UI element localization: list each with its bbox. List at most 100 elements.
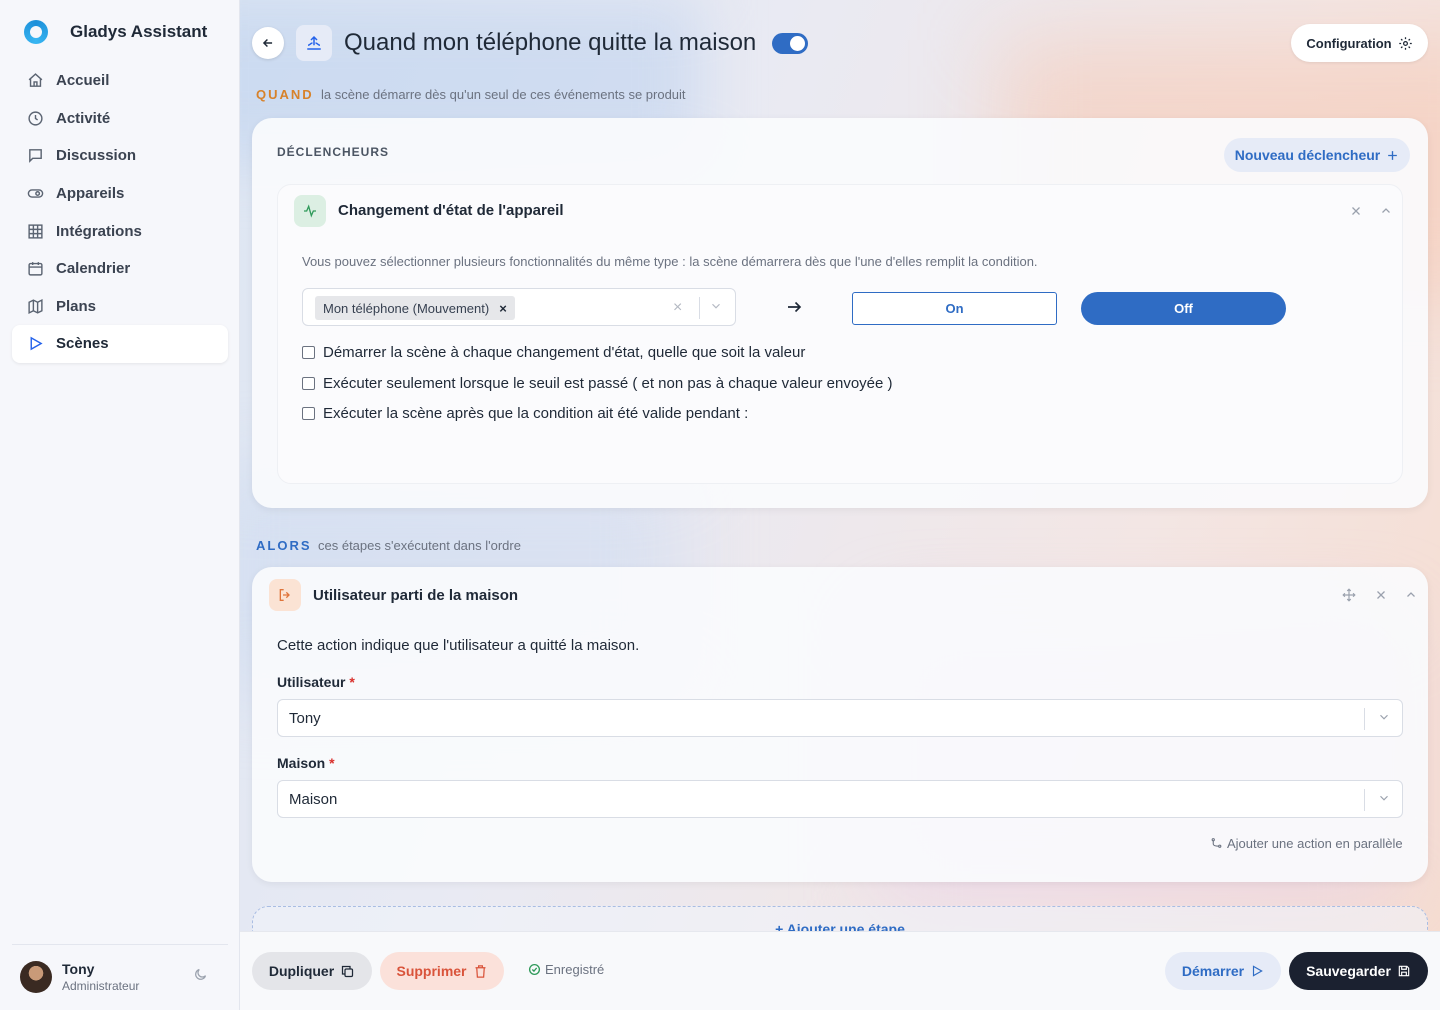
- feature-chip-label: Mon téléphone (Mouvement): [323, 300, 490, 316]
- sidebar-item-label: Discussion: [56, 147, 137, 165]
- sidebar-item-label: Calendrier: [56, 260, 131, 278]
- field-label-text: Utilisateur: [277, 674, 346, 690]
- sidebar-item-activite[interactable]: Activité: [12, 100, 228, 138]
- checkbox[interactable]: [302, 407, 315, 420]
- delete-button[interactable]: Supprimer: [380, 952, 504, 990]
- checkbox-label: Démarrer la scène à chaque changement d'…: [323, 344, 806, 361]
- sidebar-item-label: Activité: [56, 109, 111, 127]
- gear-icon: [1398, 36, 1412, 50]
- page-title: Quand mon téléphone quitte la maison: [344, 29, 757, 56]
- checkbox-label: Exécuter seulement lorsque le seuil est …: [323, 375, 893, 392]
- arrow-right-icon: [785, 298, 803, 321]
- select-separator: [1364, 708, 1365, 730]
- chevron-up-icon[interactable]: [1403, 587, 1419, 603]
- select-separator: [699, 297, 700, 319]
- save-icon: [1398, 965, 1410, 977]
- alors-label: ALORS: [256, 538, 312, 553]
- play-icon: [1253, 965, 1263, 977]
- user-role: Administrateur: [62, 978, 140, 993]
- trigger-title: Changement d'état de l'appareil: [338, 202, 564, 219]
- sidebar-item-calendrier[interactable]: Calendrier: [12, 250, 228, 288]
- trigger-hint: Vous pouvez sélectionner plusieurs fonct…: [302, 254, 1038, 269]
- feature-chip: Mon téléphone (Mouvement) ×: [315, 296, 515, 320]
- value-off-button[interactable]: Off: [1081, 292, 1286, 325]
- quand-label: QUAND: [256, 87, 314, 102]
- calendar-icon: [26, 260, 44, 278]
- house-select-value: Maison: [289, 791, 338, 808]
- sidebar-item-integrations[interactable]: Intégrations: [12, 212, 228, 250]
- sidebar-item-label: Appareils: [56, 185, 125, 203]
- clear-icon[interactable]: ×: [673, 299, 682, 317]
- alors-subtitle: ces étapes s'exécutent dans l'ordre: [318, 538, 521, 553]
- triggers-title: DÉCLENCHEURS: [277, 145, 390, 159]
- quand-subtitle: la scène démarre dès qu'un seul de ces é…: [321, 87, 686, 102]
- checkbox-any-change[interactable]: Démarrer la scène à chaque changement d'…: [302, 344, 805, 361]
- plus-icon: [1388, 150, 1398, 160]
- scene-icon: [296, 25, 332, 61]
- sidebar-item-discussion[interactable]: Discussion: [12, 137, 228, 175]
- sidebar-item-plans[interactable]: Plans: [12, 288, 228, 326]
- add-parallel-label: Ajouter une action en parallèle: [1227, 836, 1403, 851]
- brand[interactable]: Gladys Assistant: [24, 20, 207, 44]
- delete-label: Supprimer: [396, 963, 467, 979]
- save-label: Sauvegarder: [1306, 963, 1391, 979]
- branch-icon: [1211, 838, 1222, 848]
- saved-label: Enregistré: [545, 962, 605, 977]
- map-icon: [26, 297, 44, 315]
- sidebar-item-scenes[interactable]: Scènes: [12, 325, 228, 363]
- sidebar: Gladys Assistant Accueil Activité Discus…: [0, 0, 240, 1010]
- user-select[interactable]: Tony: [277, 699, 1403, 737]
- start-button[interactable]: Démarrer: [1165, 952, 1281, 990]
- start-label: Démarrer: [1181, 963, 1245, 979]
- logout-icon: [269, 579, 301, 611]
- chip-remove-icon[interactable]: ×: [499, 301, 507, 316]
- grid-icon: [26, 222, 44, 240]
- chevron-down-icon[interactable]: [709, 299, 723, 318]
- user-profile[interactable]: Tony Administrateur: [12, 944, 228, 1008]
- user-name: Tony: [62, 960, 95, 977]
- close-icon[interactable]: [1373, 587, 1389, 603]
- duplicate-label: Dupliquer: [268, 963, 335, 979]
- home-icon: [26, 72, 44, 90]
- house-select[interactable]: Maison: [277, 780, 1403, 818]
- chevron-up-icon[interactable]: [1378, 203, 1394, 219]
- feature-select[interactable]: Mon téléphone (Mouvement) × ×: [302, 288, 736, 326]
- sidebar-item-appareils[interactable]: Appareils: [12, 175, 228, 213]
- arrow-left-icon: [262, 38, 273, 48]
- sidebar-item-accueil[interactable]: Accueil: [12, 62, 228, 100]
- scene-active-toggle[interactable]: [772, 33, 808, 54]
- checkbox-duration[interactable]: Exécuter la scène après que la condition…: [302, 405, 748, 422]
- duplicate-button[interactable]: Dupliquer: [252, 952, 372, 990]
- avatar: [20, 960, 52, 993]
- new-trigger-label: Nouveau déclencheur: [1234, 147, 1381, 163]
- new-trigger-button[interactable]: Nouveau déclencheur: [1224, 138, 1410, 172]
- save-button[interactable]: Sauvegarder: [1289, 952, 1428, 990]
- add-parallel-action-link[interactable]: Ajouter une action en parallèle: [1210, 836, 1403, 851]
- sidebar-item-label: Plans: [56, 297, 97, 315]
- trigger-device-state: [277, 184, 1403, 484]
- configuration-button[interactable]: Configuration: [1291, 24, 1428, 62]
- required-mark: *: [329, 755, 335, 771]
- value-on-button[interactable]: On: [852, 292, 1057, 325]
- chevron-down-icon[interactable]: [1377, 710, 1391, 729]
- app-name: Gladys Assistant: [70, 22, 208, 41]
- move-icon[interactable]: [1341, 587, 1357, 603]
- house-field-label: Maison *: [277, 755, 335, 771]
- sidebar-item-label: Scènes: [56, 335, 109, 353]
- play-icon: [26, 335, 44, 353]
- clock-icon: [26, 109, 44, 127]
- copy-icon: [342, 965, 354, 977]
- select-separator: [1364, 789, 1365, 811]
- checkbox[interactable]: [302, 346, 315, 359]
- back-button[interactable]: [252, 27, 284, 59]
- toggle-icon: [26, 185, 44, 203]
- sidebar-item-label: Accueil: [56, 72, 110, 90]
- checkbox-threshold[interactable]: Exécuter seulement lorsque le seuil est …: [302, 375, 893, 392]
- saved-status: Enregistré: [528, 962, 604, 977]
- sidebar-item-label: Intégrations: [56, 222, 142, 240]
- user-field-label: Utilisateur *: [277, 674, 355, 690]
- chevron-down-icon[interactable]: [1377, 791, 1391, 810]
- checkbox[interactable]: [302, 377, 315, 390]
- moon-icon[interactable]: [193, 967, 208, 987]
- close-icon[interactable]: [1348, 203, 1364, 219]
